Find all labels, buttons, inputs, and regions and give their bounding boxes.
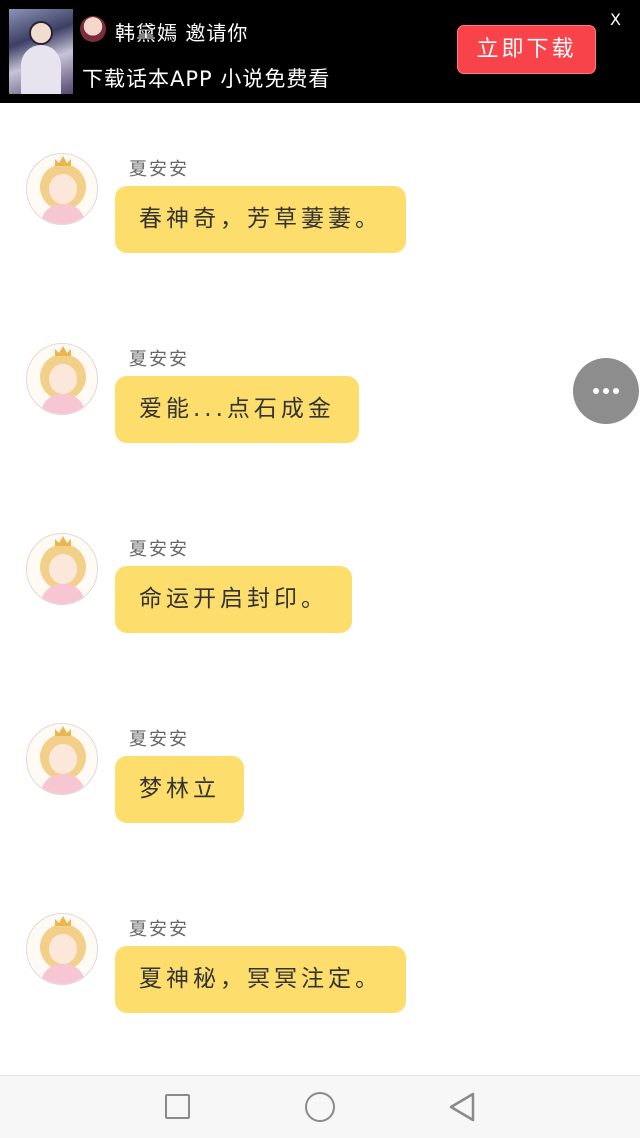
more-horizontal-icon [593,388,599,394]
more-horizontal-icon [613,388,619,394]
sender-name: 夏安安 [129,539,189,560]
avatar-dress [41,394,85,414]
crown-icon [55,156,71,166]
avatar-dress [41,774,85,794]
recent-apps-square-icon[interactable] [165,1094,190,1119]
sender-name: 夏安安 [129,729,189,750]
system-navigation-bar [0,1075,640,1138]
book-cover-image[interactable] [9,9,73,94]
message-bubble[interactable]: 命运开启封印。 [115,566,352,633]
crown-icon [55,346,71,356]
sender-avatar[interactable] [26,913,98,985]
message-bubble[interactable]: 春神奇，芳草萋萋。 [115,186,406,253]
chat-message: 夏安安 爱能...点石成金 [0,343,640,483]
chat-message: 夏安安 春神奇，芳草萋萋。 [0,153,640,293]
chat-message: 夏安安 命运开启封印。 [0,533,640,673]
crown-icon [55,916,71,926]
avatar-face [49,364,77,394]
cover-figure-body [21,45,61,94]
avatar-face [49,934,77,964]
avatar-dress [41,964,85,984]
sender-avatar[interactable] [26,153,98,225]
sender-avatar[interactable] [26,723,98,795]
back-triangle-icon[interactable] [448,1092,476,1122]
crown-icon [55,536,71,546]
avatar-dress [41,204,85,224]
crown-icon [55,726,71,736]
download-now-button[interactable]: 立即下载 [457,25,596,74]
message-bubble[interactable]: 爱能...点石成金 [115,376,359,443]
more-options-button[interactable] [573,358,639,424]
sender-name: 夏安安 [129,349,189,370]
message-bubble[interactable]: 梦林立 [115,756,244,823]
close-banner-button[interactable]: X [610,10,621,29]
message-bubble[interactable]: 夏神秘，冥冥注定。 [115,946,406,1013]
chat-message: 夏安安 夏神秘，冥冥注定。 [0,913,640,1053]
sender-name: 夏安安 [129,159,189,180]
app-download-banner: 韩黛嫣 邀请你 下载话本APP 小说免费看 立即下载 X [0,0,640,103]
sender-avatar[interactable] [26,343,98,415]
home-circle-icon[interactable] [305,1092,335,1122]
inviter-avatar [80,16,106,42]
avatar-face [49,174,77,204]
banner-tagline: 下载话本APP 小说免费看 [82,67,331,91]
avatar-face [49,554,77,584]
inviter-text: 韩黛嫣 邀请你 [115,21,249,45]
avatar-dress [41,584,85,604]
more-horizontal-icon [603,388,609,394]
cover-figure-head [29,21,53,45]
avatar-face [49,744,77,774]
sender-avatar[interactable] [26,533,98,605]
chat-message: 夏安安 梦林立 [0,723,640,863]
sender-name: 夏安安 [129,919,189,940]
